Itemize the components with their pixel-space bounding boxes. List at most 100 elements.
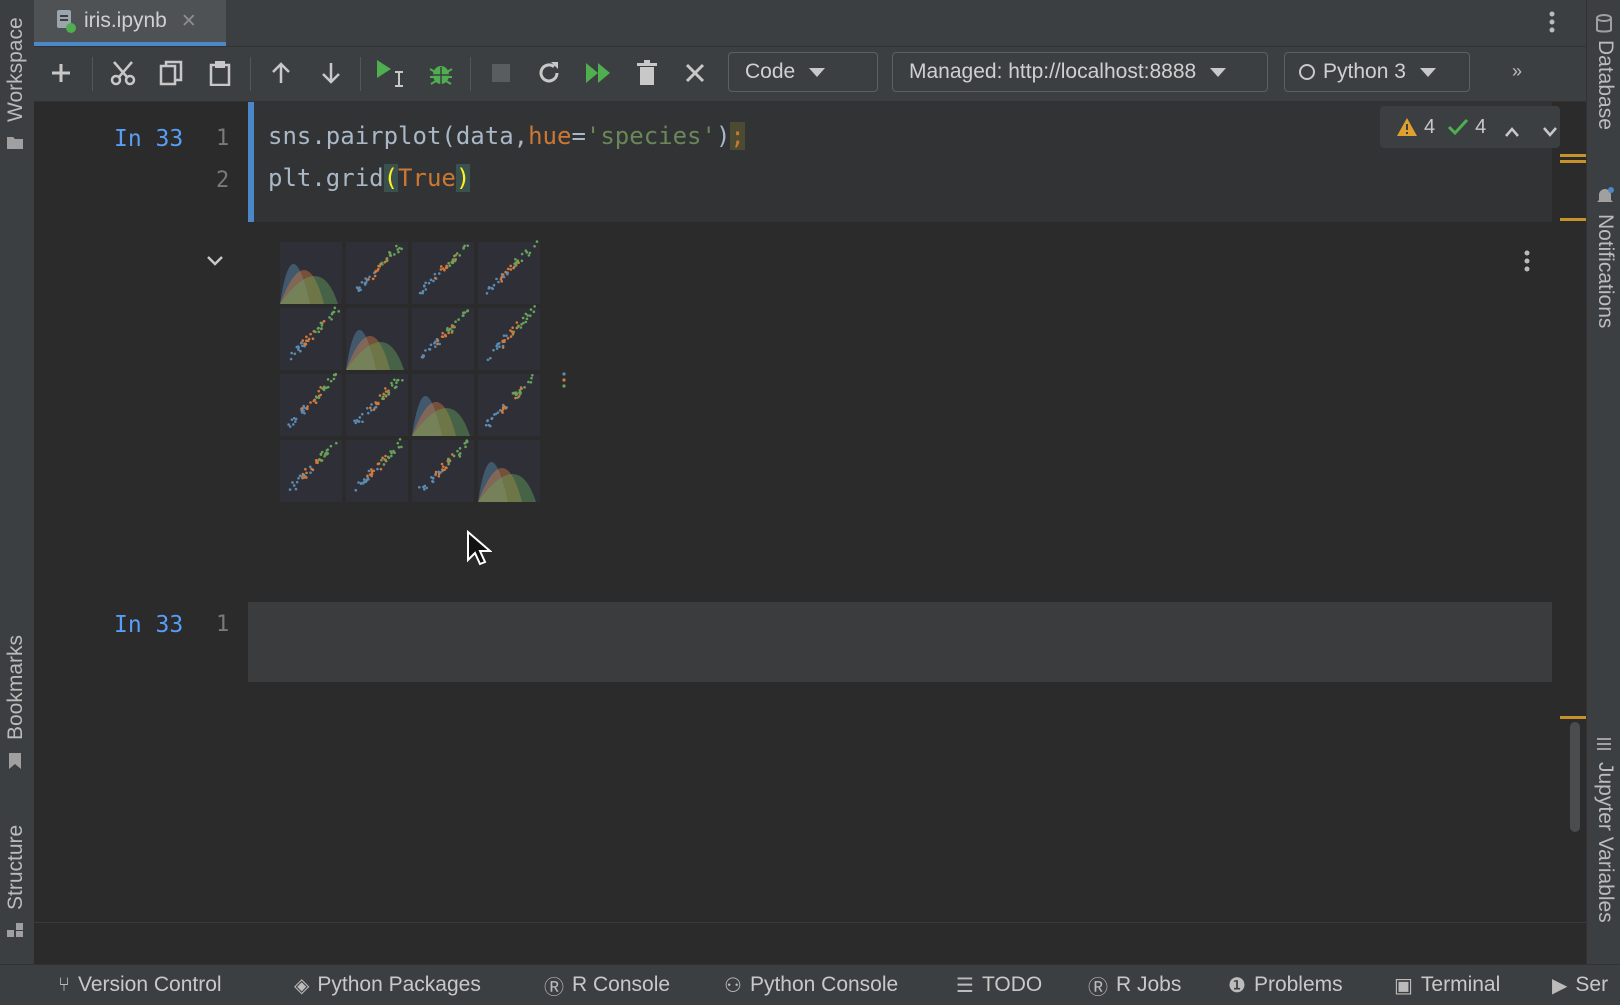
- pairplot-point: [314, 458, 318, 462]
- chevron-up-icon[interactable]: [1504, 121, 1520, 137]
- empty-code-cell[interactable]: [248, 602, 1552, 682]
- run-cell-select-below-icon[interactable]: [370, 52, 412, 94]
- pairplot-point: [504, 270, 507, 274]
- clear-outputs-icon[interactable]: [626, 52, 668, 94]
- pairplot-point: [315, 461, 318, 464]
- notebook-toolbar: Code Managed: http://localhost:8888 Pyth…: [34, 47, 1586, 102]
- python-packages-tab[interactable]: ◈ Python Packages: [294, 965, 481, 1005]
- pairplot-point: [505, 334, 508, 338]
- pairplot-point: [381, 395, 385, 399]
- vertical-scrollbar[interactable]: [1570, 722, 1580, 832]
- pairplot-point: [303, 412, 306, 415]
- notifications-tool-tab[interactable]: Notifications: [1593, 214, 1617, 328]
- run-all-icon[interactable]: [578, 52, 620, 94]
- restart-kernel-icon[interactable]: [528, 52, 570, 94]
- pairplot-point: [317, 330, 321, 334]
- pairplot-point: [431, 480, 435, 484]
- pairplot-point: [447, 331, 450, 335]
- move-cell-down-icon[interactable]: [310, 52, 352, 94]
- pairplot-point: [455, 252, 459, 255]
- pairplot-point: [509, 268, 513, 271]
- interrupt-kernel-icon[interactable]: [480, 52, 522, 94]
- pairplot-point: [441, 468, 444, 471]
- pairplot-point: [361, 420, 364, 424]
- warning-marker[interactable]: [1560, 154, 1586, 157]
- output-more-icon[interactable]: [1522, 248, 1532, 276]
- pairplot-point: [397, 445, 401, 449]
- pairplot-point: [328, 316, 331, 319]
- database-tool-tab[interactable]: Database: [1593, 40, 1617, 130]
- cell-type-dropdown[interactable]: Code: [728, 52, 878, 92]
- pairplot-point: [466, 244, 470, 247]
- pairplot-point: [437, 474, 441, 478]
- warning-marker[interactable]: [1560, 160, 1586, 163]
- collapse-output-icon[interactable]: [206, 254, 224, 266]
- more-options-icon[interactable]: [1546, 8, 1558, 38]
- pairplot-point: [428, 348, 432, 351]
- pairplot-point: [390, 381, 393, 385]
- chevron-down-icon[interactable]: [1542, 121, 1558, 137]
- move-cell-up-icon[interactable]: [260, 52, 302, 94]
- check-icon: [1447, 117, 1469, 137]
- pairplot-point: [297, 476, 300, 480]
- warning-marker[interactable]: [1560, 716, 1586, 719]
- editor-bottom-area: [34, 922, 1586, 965]
- pairplot-point: [317, 396, 321, 400]
- close-icon[interactable]: ✕: [181, 10, 197, 33]
- add-cell-icon[interactable]: [40, 52, 82, 94]
- pairplot-point: [439, 265, 443, 268]
- inspection-widget[interactable]: 4 4: [1380, 106, 1560, 148]
- warning-marker[interactable]: [1560, 218, 1586, 221]
- r-jobs-tab[interactable]: Ⓡ R Jobs: [1088, 965, 1181, 1005]
- pairplot-point: [305, 335, 308, 339]
- pairplot-point: [366, 474, 369, 478]
- pairplot-point: [384, 387, 387, 390]
- kernel-dropdown[interactable]: Python 3: [1284, 52, 1470, 92]
- pairplot-point: [434, 340, 437, 343]
- pairplot-point: [422, 284, 426, 288]
- pairplot-point: [363, 281, 367, 285]
- pairplot-point: [465, 439, 469, 442]
- pairplot-point: [506, 337, 510, 340]
- terminal-tab[interactable]: ▣ Terminal: [1394, 965, 1500, 1005]
- debug-cell-icon[interactable]: [420, 52, 462, 94]
- pairplot-point: [314, 401, 318, 404]
- jupyter-variables-tool-tab[interactable]: Jupyter Variables: [1593, 762, 1617, 923]
- close-icon[interactable]: [674, 52, 716, 94]
- pairplot-point: [387, 456, 391, 460]
- cell-prompt: In 33: [114, 612, 184, 638]
- pairplot-point: [362, 478, 366, 481]
- pairplot-point: [390, 384, 394, 387]
- legend-marker: [562, 378, 566, 382]
- python-console-tab[interactable]: ⚇ Python Console: [724, 965, 898, 1005]
- bookmarks-tool-tab[interactable]: Bookmarks: [4, 635, 28, 740]
- toolbar-overflow-icon[interactable]: »: [1512, 61, 1522, 82]
- cut-icon[interactable]: [102, 52, 144, 94]
- pairplot-point: [466, 309, 469, 313]
- pairplot-point: [531, 373, 534, 377]
- pairplot-point: [329, 444, 333, 448]
- pairplot-point: [535, 240, 539, 243]
- code-cell[interactable]: sns.pairplot(data,hue='species'); plt.gr…: [248, 102, 1552, 222]
- problems-tab[interactable]: ❶ Problems: [1228, 965, 1343, 1005]
- pairplot-point: [380, 261, 384, 265]
- copy-icon[interactable]: [150, 52, 192, 94]
- server-label: Managed: http://localhost:8888: [909, 60, 1197, 83]
- pairplot-point: [490, 417, 493, 421]
- todo-tab[interactable]: ☰ TODO: [956, 965, 1042, 1005]
- services-icon: ▶: [1552, 974, 1568, 997]
- terminal-icon: ▣: [1394, 974, 1413, 997]
- paste-icon[interactable]: [199, 52, 241, 94]
- server-dropdown[interactable]: Managed: http://localhost:8888: [892, 52, 1268, 92]
- pairplot-point: [532, 310, 536, 314]
- r-icon: Ⓡ: [1088, 976, 1108, 999]
- pairplot-point: [393, 451, 396, 455]
- services-tab[interactable]: ▶ Ser: [1552, 965, 1608, 1005]
- pairplot-point: [496, 342, 499, 346]
- r-console-tab[interactable]: Ⓡ R Console: [544, 965, 670, 1005]
- version-control-tab[interactable]: ⑂ Version Control: [58, 965, 222, 1005]
- tab-iris-ipynb[interactable]: iris.ipynb ✕: [34, 0, 226, 46]
- workspace-tool-tab[interactable]: Workspace: [4, 17, 28, 122]
- structure-tool-tab[interactable]: Structure: [4, 825, 28, 910]
- pairplot-point: [452, 325, 455, 329]
